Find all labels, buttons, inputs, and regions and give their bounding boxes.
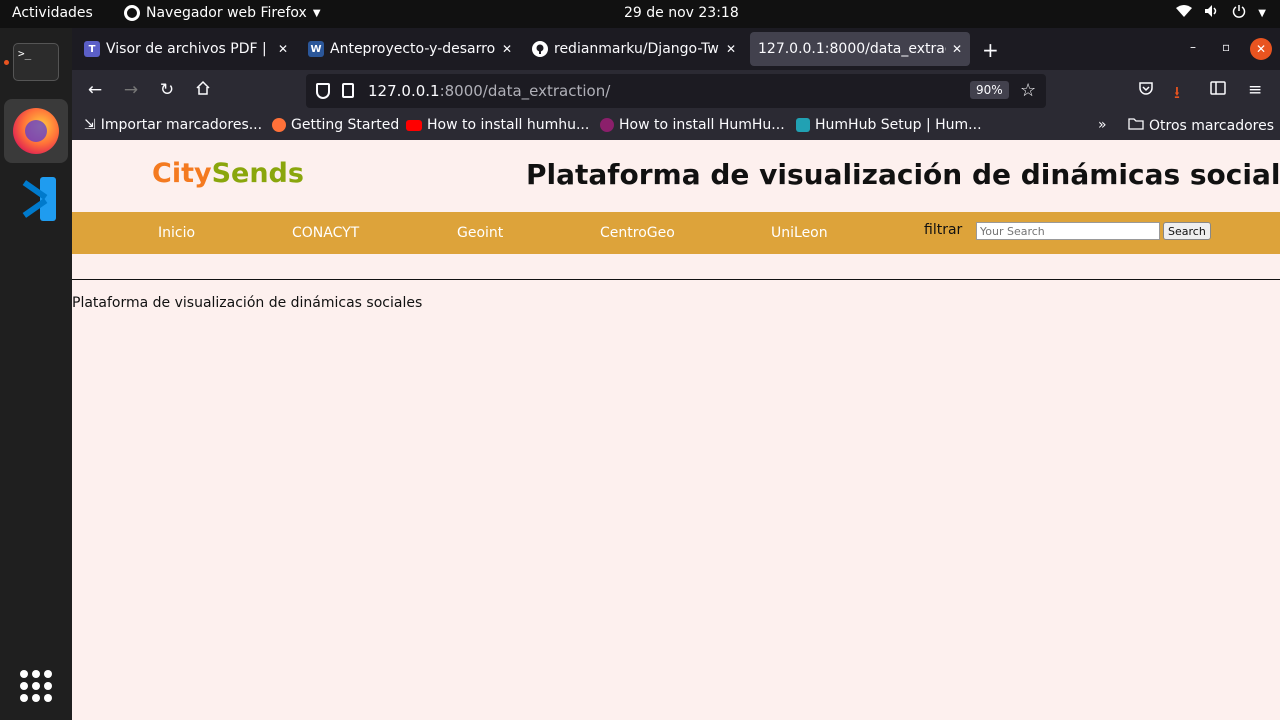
sidebar-icon[interactable] [1210,80,1226,100]
volume-icon [1204,4,1220,22]
bookmark-humhub-install[interactable]: How to install HumHu... [600,117,785,133]
site-navigation: Inicio CONACYT Geoint CentroGeo UniLeon … [72,212,1280,254]
more-bookmarks-icon[interactable]: » [1098,117,1107,133]
close-window-icon[interactable]: ✕ [1250,38,1272,60]
page-info-icon[interactable] [342,83,354,98]
close-icon[interactable]: ✕ [726,42,736,56]
folder-icon [1128,117,1144,134]
app-menu[interactable]: Navegador web Firefox ▼ [124,5,321,21]
activities-button[interactable]: Actividades [12,5,93,21]
home-icon[interactable] [192,80,214,101]
zoom-indicator[interactable]: 90% [970,81,1009,99]
web-page: CitySends Plataforma de visualización de… [72,140,1280,720]
dock-vscode[interactable] [4,167,68,231]
import-icon: ⇲ [84,117,96,133]
show-applications-icon[interactable] [20,670,52,702]
new-tab-icon[interactable]: + [982,38,999,62]
page-title: Plataforma de visualización de dinámicas… [526,158,1280,191]
bookmark-humhub-setup[interactable]: HumHub Setup | Hum... [796,117,982,133]
site-icon [600,118,614,132]
wifi-icon [1176,4,1193,22]
chevron-down-icon: ▼ [1258,7,1266,19]
nav-link-geoint[interactable]: Geoint [457,225,503,241]
downloads-icon[interactable]: ⭳ [1174,80,1180,109]
tab-pdf-viewer[interactable]: T Visor de archivos PDF | M ✕ [76,32,296,66]
minimize-icon[interactable]: – [1190,40,1196,54]
nav-link-unileon[interactable]: UniLeon [771,225,828,241]
browser-window: T Visor de archivos PDF | M ✕ W Anteproy… [72,28,1280,720]
nav-link-conacyt[interactable]: CONACYT [292,225,359,241]
system-top-bar: Actividades Navegador web Firefox ▼ 29 d… [0,0,1280,28]
search-button[interactable]: Search [1163,222,1211,240]
github-icon [532,41,548,57]
close-icon[interactable]: ✕ [502,42,512,56]
filter-label: filtrar [924,222,963,238]
bookmark-import[interactable]: ⇲ Importar marcadores... [84,117,262,133]
clock[interactable]: 29 de nov 23:18 [624,5,739,21]
back-arrow-icon[interactable]: ← [84,80,106,100]
terminal-icon: >_ [13,43,59,81]
pocket-icon[interactable] [1138,80,1154,101]
nav-link-inicio[interactable]: Inicio [158,225,195,241]
tracking-protection-icon[interactable] [316,83,330,99]
firefox-icon [272,118,286,132]
close-icon[interactable]: ✕ [278,42,288,56]
dock: >_ [0,28,72,720]
navigation-toolbar: ← → ↻ 127.0.0.1:8000/data_extraction/ 90… [72,70,1280,112]
divider [72,279,1280,280]
dock-firefox[interactable] [4,99,68,163]
url-bar[interactable]: 127.0.0.1:8000/data_extraction/ 90% ☆ [306,74,1046,108]
tab-github[interactable]: redianmarku/Django-Twit ✕ [524,32,744,66]
chevron-down-icon: ▼ [312,7,321,19]
other-bookmarks[interactable]: Otros marcadores [1128,117,1274,134]
firefox-icon [13,108,59,154]
url-text[interactable]: 127.0.0.1:8000/data_extraction/ [368,82,610,100]
forward-arrow-icon[interactable]: → [120,80,142,100]
app-menu-label: Navegador web Firefox [146,5,307,21]
site-header: CitySends Plataforma de visualización de… [72,140,1280,212]
reload-icon[interactable]: ↻ [156,80,178,100]
tab-bar: T Visor de archivos PDF | M ✕ W Anteproy… [72,28,1280,70]
youtube-icon [406,119,422,131]
bookmark-getting-started[interactable]: Getting Started [272,117,399,133]
citysends-logo[interactable]: CitySends [152,158,304,189]
menu-icon[interactable]: ≡ [1248,80,1262,100]
maximize-icon[interactable]: ▫ [1222,40,1230,54]
bookmark-humhub-youtube[interactable]: How to install humhu... [406,117,589,133]
vscode-icon [14,177,58,221]
power-icon [1232,4,1246,22]
firefox-icon [124,5,140,21]
dock-terminal[interactable]: >_ [4,30,68,94]
nav-link-centrogeo[interactable]: CentroGeo [600,225,675,241]
tab-data-extraction[interactable]: 127.0.0.1:8000/data_extracti ✕ [750,32,970,66]
body-text: Plataforma de visualización de dinámicas… [72,295,423,311]
system-menu[interactable]: ▼ [1176,4,1266,22]
word-icon: W [308,41,324,57]
bookmarks-toolbar: ⇲ Importar marcadores... Getting Started… [72,112,1280,140]
humhub-icon [796,118,810,132]
bookmark-star-icon[interactable]: ☆ [1020,80,1036,101]
search-input[interactable] [976,222,1160,240]
teams-icon: T [84,41,100,57]
tab-anteproyecto[interactable]: W Anteproyecto-y-desarroll ✕ [300,32,520,66]
close-icon[interactable]: ✕ [952,42,962,56]
